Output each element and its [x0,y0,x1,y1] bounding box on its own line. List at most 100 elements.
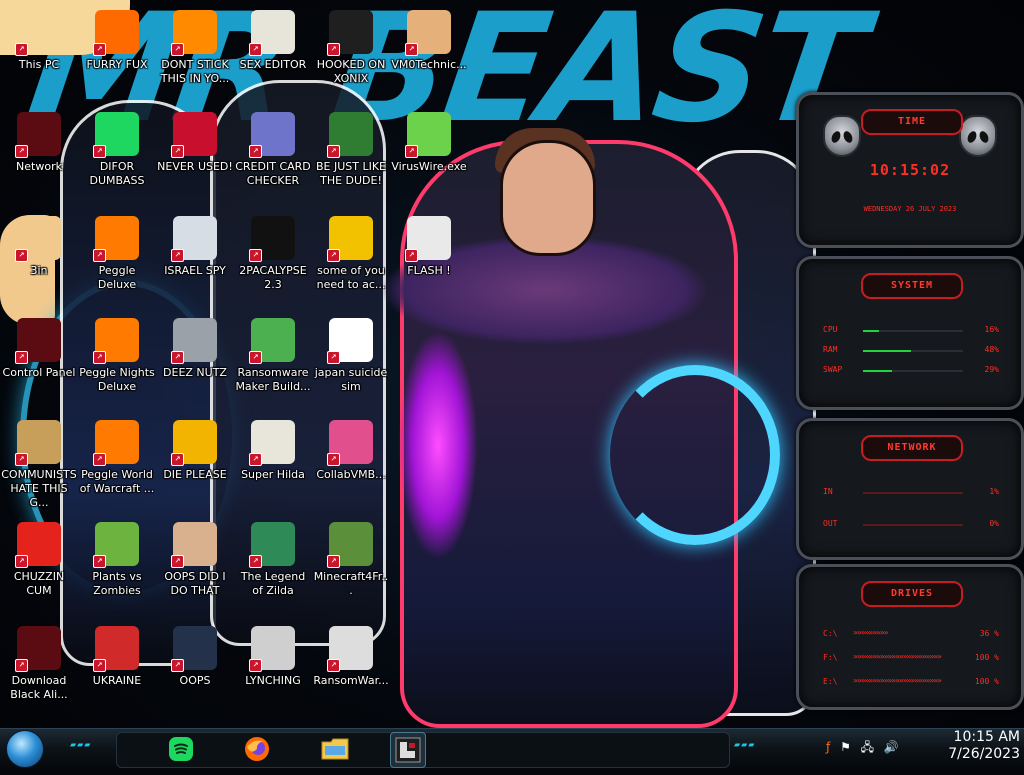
shortcut-arrow-icon: ↗ [15,145,28,158]
alien-head-icon: ↗ [15,112,61,158]
desktop-icon[interactable]: ↗ VM0Technic... [390,10,468,72]
windows-stack-icon: ↗ [171,318,217,364]
flash-tray-icon[interactable]: ƒ [826,740,830,754]
shortcut-arrow-icon: ↗ [327,43,340,56]
desktop-icon[interactable]: ↗ Ransomware Maker Build... [234,318,312,394]
credit-card-icon: ↗ [249,112,295,158]
shortcut-arrow-icon: ↗ [249,453,262,466]
shortcut-arrow-icon: ↗ [93,555,106,568]
desktop-icon[interactable]: ↗ SEX EDITOR [234,10,312,72]
taskbar-spotify-button[interactable] [164,732,198,766]
desktop-icon-label: DEEZ NUTZ [163,366,227,379]
desktop-icon[interactable]: ↗ OOPS [156,626,234,688]
desktop-icon[interactable]: ↗ some of you need to ac... [312,216,390,292]
firefox-icon [245,737,269,761]
desktop-icon-label: VM0Technic... [391,58,467,71]
cmd-prompt-icon: ↗ [249,216,295,262]
desktop-icon[interactable]: ↗ DONT STICK THIS IN YO... [156,10,234,86]
taskbar-decor-left: ▰▰▰ [70,740,92,749]
drive-e-value: 100 % [974,677,999,686]
shortcut-arrow-icon: ↗ [171,659,184,672]
desktop-icon[interactable]: ↗ Control Panel [0,318,78,380]
desktop-icon-label: Plants vs Zombies [92,570,142,597]
desktop-icon[interactable]: ↗ DEEZ NUTZ [156,318,234,380]
trash-window-icon: ↗ [171,626,217,672]
desktop-icon[interactable]: ↗ FLASH ! [390,216,468,278]
desktop-icon[interactable]: ↗ RansomWar... [312,626,390,688]
desktop-icon[interactable]: ↗ CollabVMB... [312,420,390,482]
desktop-icon-label: SEX EDITOR [239,58,307,71]
shortcut-arrow-icon: ↗ [15,351,28,364]
cpu-value: 16% [984,325,999,334]
desktop-icon[interactable]: ↗ Peggle Deluxe [78,216,156,292]
shortcut-arrow-icon: ↗ [249,555,262,568]
taskbar-xonix-button[interactable] [390,732,426,768]
clock-time: 10:15:02 [869,161,951,179]
desktop-icon[interactable]: ↗ HOOKED ON XONIX [312,10,390,86]
start-button[interactable] [6,730,44,768]
shortcut-arrow-icon: ↗ [171,453,184,466]
cpu-bar-fill [863,330,879,332]
desktop-icon[interactable]: ↗ Plants vs Zombies [78,522,156,598]
peggle-icon: ↗ [93,216,139,262]
shortcut-arrow-icon: ↗ [249,659,262,672]
drive-c-value: 36 % [979,629,999,638]
shortcut-arrow-icon: ↗ [15,555,28,568]
desktop-icon[interactable]: ↗ Minecraft4Fr... [312,522,390,598]
desktop-icon[interactable]: ↗ DIE PLEASE [156,420,234,482]
pixel-cat-icon: ↗ [249,420,295,466]
desktop-icon[interactable]: ↗ CHUZZIN CUM [0,522,78,598]
desktop-icon-label: Peggle Deluxe [97,264,137,291]
drive-e-label: E:\ [823,677,838,686]
shortcut-arrow-icon: ↗ [405,249,418,262]
desktop-icon-label: CHUZZIN CUM [13,570,65,597]
desktop-icon[interactable]: ↗ OOPS DID I DO THAT [156,522,234,598]
desktop-icon[interactable]: ↗ NEVER USED! [156,112,234,174]
drive-f-label: F:\ [823,653,838,662]
clock-widget: TIME 10:15:02 WEDNESDAY 26 JULY 2023 [796,92,1024,248]
desktop-icon[interactable]: ↗ CREDIT CARD CHECKER [234,112,312,188]
desktop-icon-label: Download Black Ali... [10,674,68,701]
desktop-icon-label: some of you need to ac... [316,264,386,291]
desktop-icon[interactable]: ↗ This PC [0,10,78,72]
desktop-icon[interactable]: ↗ UKRAINE [78,626,156,688]
desktop-icon[interactable]: ↗ 3in [0,216,78,278]
desktop-icon[interactable]: ↗ ISRAEL SPY [156,216,234,278]
desktop-icon[interactable]: ↗ japan suicide sim [312,318,390,394]
desktop-icon[interactable]: ↗ Download Black Ali... [0,626,78,702]
network-icon[interactable]: 🖧 [861,738,874,759]
shortcut-arrow-icon: ↗ [93,43,106,56]
display-icon: ↗ [327,420,373,466]
desktop-icon[interactable]: ↗ 2PACALYPSE 2.3 [234,216,312,292]
cpu-bar [863,330,963,332]
desktop-icon[interactable]: ↗ Super Hilda [234,420,312,482]
star-char-icon: ↗ [15,216,61,262]
santa-elf-icon: ↗ [327,112,373,158]
flag-icon[interactable]: ⚑ [840,740,851,754]
desktop-icon-label: ISRAEL SPY [164,264,226,277]
desktop-icon[interactable]: ↗ FURRY FUX [78,10,156,72]
volume-icon[interactable]: 🔊 [884,740,899,754]
desktop-icon[interactable]: ↗ BE JUST LIKE THE DUDE! [312,112,390,188]
desktop-icon[interactable]: ↗ Network [0,112,78,174]
desktop-icon[interactable]: ↗ LYNCHING [234,626,312,688]
ram-bar [863,350,963,352]
desktop-icon-label: DIFOR DUMBASS [89,160,145,187]
taskbar-firefox-button[interactable] [240,732,274,766]
desktop-icon[interactable]: ↗ COMMUNISTS HATE THIS G... [0,420,78,510]
dog-icon: ↗ [327,216,373,262]
desktop-icon-label: Network [16,160,62,173]
chevrons-icon: »»»»»»»»»»»»»»»»»»»»»»» [853,676,942,685]
shortcut-arrow-icon: ↗ [405,43,418,56]
desktop-icon[interactable]: ↗ DIFOR DUMBASS [78,112,156,188]
desktop-icon[interactable]: ↗ VirusWire.exe [390,112,468,174]
cpu-label: CPU [823,325,838,334]
system-clock[interactable]: 10:15 AM 7/26/2023 [924,729,1020,763]
drive-f-value: 100 % [974,653,999,662]
xonix-game-icon: ↗ [327,10,373,56]
ram-bar-fill [863,350,911,352]
desktop-icon[interactable]: ↗ Peggle World of Warcraft ... [78,420,156,496]
desktop-icon[interactable]: ↗ Peggle Nights Deluxe [78,318,156,394]
taskbar-file-explorer-button[interactable] [318,732,352,766]
desktop-icon[interactable]: ↗ The Legend of Zilda [234,522,312,598]
